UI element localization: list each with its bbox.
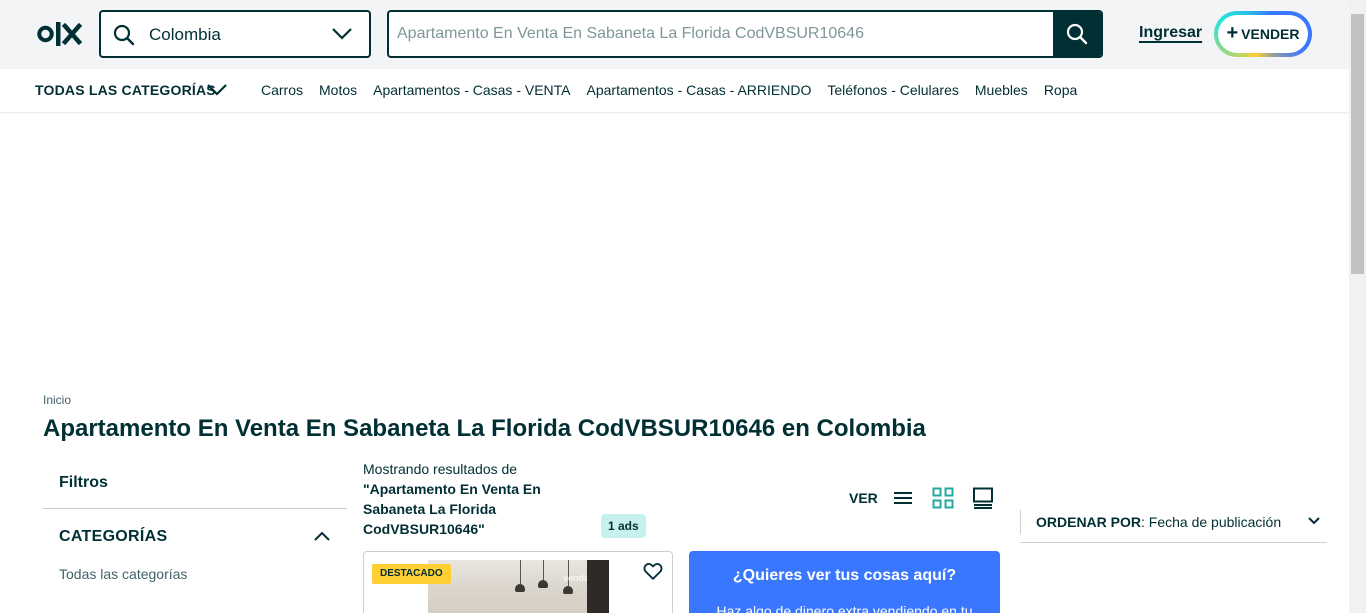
- category-link-telefonos[interactable]: Teléfonos - Celulares: [827, 82, 959, 98]
- top-header: Colombia Ingresar + VENDER: [0, 0, 1349, 69]
- all-categories-toggle[interactable]: TODAS LAS CATEGORÍAS: [35, 82, 216, 98]
- chevron-down-icon[interactable]: [1307, 515, 1321, 527]
- plus-icon: +: [1226, 22, 1239, 44]
- category-link-motos[interactable]: Motos: [319, 82, 357, 98]
- search-icon: [1066, 23, 1088, 45]
- grid-view-icon[interactable]: [932, 487, 954, 509]
- categories-section-title[interactable]: CATEGORÍAS: [59, 528, 167, 546]
- page-title: Apartamento En Venta En Sabaneta La Flor…: [43, 415, 926, 442]
- page-scrollbar[interactable]: [1349, 0, 1366, 613]
- chevron-down-icon[interactable]: [331, 26, 353, 42]
- sort-underline: [1020, 542, 1327, 543]
- sort-prefix: ORDENAR POR: [1036, 514, 1142, 530]
- chevron-down-icon[interactable]: [206, 82, 228, 98]
- sort-divider: [1020, 510, 1021, 534]
- results-query: "Apartamento En Venta En Sabaneta La Flo…: [363, 481, 541, 537]
- category-link-carros[interactable]: Carros: [261, 82, 303, 98]
- olx-logo[interactable]: [37, 20, 83, 48]
- search-bar: [387, 10, 1103, 58]
- listing-image[interactable]: venda: [428, 560, 609, 613]
- category-all-link[interactable]: Todas las categorías: [59, 566, 187, 582]
- sort-value: : Fecha de publicación: [1141, 514, 1282, 530]
- view-label: VER: [849, 490, 878, 506]
- chevron-up-icon[interactable]: [313, 529, 331, 543]
- category-links: Carros Motos Apartamentos - Casas - VENT…: [261, 82, 1077, 98]
- sell-promo-banner[interactable]: ¿Quieres ver tus cosas aquí? Haz algo de…: [689, 551, 1000, 613]
- login-link[interactable]: Ingresar: [1139, 24, 1202, 42]
- sell-button-inner: + VENDER: [1218, 15, 1308, 53]
- location-value: Colombia: [149, 25, 221, 44]
- category-link-apartamentos-arriendo[interactable]: Apartamentos - Casas - ARRIENDO: [587, 82, 812, 98]
- category-bar: TODAS LAS CATEGORÍAS Carros Motos Aparta…: [0, 69, 1349, 113]
- promo-subtitle: Haz algo de dinero extra vendiendo en tu: [716, 603, 973, 613]
- breadcrumb-home[interactable]: Inicio: [43, 393, 71, 407]
- ads-count-badge: 1 ads: [601, 514, 646, 538]
- location-selector[interactable]: Colombia: [99, 10, 371, 58]
- results-summary: Mostrando resultados de "Apartamento En …: [363, 459, 593, 539]
- listing-card[interactable]: venda DESTACADO: [363, 551, 673, 613]
- filters-divider: [43, 508, 347, 509]
- list-view-icon[interactable]: [892, 487, 914, 509]
- filters-title: Filtros: [59, 474, 108, 491]
- sort-dropdown[interactable]: ORDENAR POR: Fecha de publicación: [1036, 514, 1281, 530]
- image-watermark: venda: [563, 573, 590, 583]
- gallery-view-icon[interactable]: [972, 487, 994, 509]
- search-icon: [113, 24, 135, 46]
- category-link-muebles[interactable]: Muebles: [975, 82, 1028, 98]
- category-link-ropa[interactable]: Ropa: [1044, 82, 1077, 98]
- heart-icon[interactable]: [642, 560, 664, 582]
- sell-button-label: VENDER: [1241, 26, 1300, 42]
- results-prefix: Mostrando resultados de: [363, 461, 518, 477]
- category-link-apartamentos-venta[interactable]: Apartamentos - Casas - VENTA: [373, 82, 570, 98]
- sell-button[interactable]: + VENDER: [1214, 11, 1312, 57]
- scrollbar-thumb[interactable]: [1351, 14, 1364, 274]
- promo-title: ¿Quieres ver tus cosas aquí?: [732, 567, 957, 584]
- featured-badge: DESTACADO: [372, 564, 451, 584]
- search-input[interactable]: [397, 12, 1047, 56]
- search-button[interactable]: [1053, 12, 1101, 56]
